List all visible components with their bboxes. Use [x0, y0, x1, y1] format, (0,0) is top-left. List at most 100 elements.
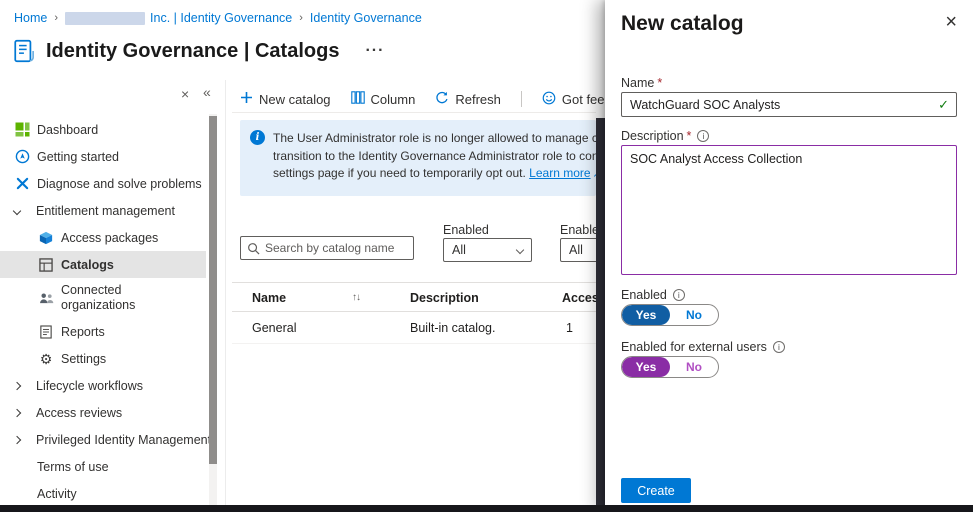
enabled-filter-value-2: All	[569, 243, 583, 257]
breadcrumb-current-link[interactable]: Identity Governance	[310, 11, 422, 25]
external-users-toggle: Yes No	[621, 356, 719, 378]
enabled-filter-value: All	[452, 243, 466, 257]
sidebar-item-lifecycle-workflows[interactable]: Lifecycle workflows	[0, 372, 206, 399]
breadcrumb-tenant-link[interactable]: Inc. | Identity Governance	[150, 11, 292, 25]
search-input[interactable]	[265, 241, 407, 255]
sidebar-item-label: Catalogs	[61, 258, 114, 272]
menu-collapse-icon[interactable]: «	[203, 84, 211, 100]
sidebar-item-diagnose[interactable]: Diagnose and solve problems	[0, 170, 206, 197]
create-button[interactable]: Create	[621, 478, 691, 503]
sidebar-item-label: Privileged Identity Management	[36, 433, 211, 447]
description-field-label: Description*	[621, 129, 709, 143]
chevron-down-icon	[14, 208, 28, 214]
description-info-icon[interactable]	[697, 130, 709, 142]
sidebar-item-activity[interactable]: Activity	[0, 480, 206, 507]
sidebar-divider	[225, 80, 226, 505]
window-bottom-edge	[0, 505, 973, 512]
column-header-description[interactable]: Description	[410, 291, 479, 305]
new-catalog-button[interactable]: New catalog	[240, 91, 331, 107]
sidebar-item-privileged-identity-management[interactable]: Privileged Identity Management	[0, 426, 206, 453]
learn-more-link[interactable]: Learn more	[529, 166, 590, 180]
new-catalog-panel: New catalog × Name* ✓ Description* SOC A…	[605, 0, 973, 512]
close-icon[interactable]: ×	[945, 10, 957, 34]
catalog-search-box[interactable]	[240, 236, 414, 260]
sidebar-item-label: Entitlement management	[36, 204, 175, 218]
sidebar-item-label: Settings	[61, 352, 106, 366]
name-field-wrapper: ✓	[621, 92, 957, 117]
sidebar-item-entitlement-management[interactable]: Entitlement management	[0, 197, 206, 224]
external-users-field-label: Enabled for external users	[621, 340, 785, 354]
plus-icon	[240, 91, 253, 107]
sidebar-item-label: Lifecycle workflows	[36, 379, 143, 393]
enabled-filter-label: Enabled	[443, 223, 489, 237]
search-icon	[247, 242, 260, 255]
content-scrollbar[interactable]	[596, 118, 605, 512]
diagnose-tools-icon	[14, 177, 30, 190]
getting-started-icon	[14, 149, 30, 164]
refresh-button[interactable]: Refresh	[435, 91, 501, 108]
description-field[interactable]: SOC Analyst Access Collection	[621, 145, 957, 275]
sidebar-item-access-packages[interactable]: Access packages	[0, 224, 206, 251]
new-catalog-label: New catalog	[259, 92, 331, 107]
chevron-right-icon	[14, 437, 28, 443]
command-bar: New catalog Column Refresh Got feedback?	[240, 86, 646, 112]
columns-icon	[351, 91, 365, 107]
column-header-name[interactable]: Name	[252, 291, 286, 305]
enabled-info-icon[interactable]	[673, 289, 685, 301]
external-no-option[interactable]: No	[670, 357, 718, 377]
menu-close-icon[interactable]: ×	[181, 86, 189, 102]
breadcrumb-separator-icon: ›	[54, 12, 58, 24]
chevron-right-icon	[14, 383, 28, 389]
required-mark: *	[687, 129, 692, 143]
cell-description: Built-in catalog.	[410, 321, 495, 335]
connected-organizations-icon	[38, 292, 54, 305]
column-label: Column	[371, 92, 416, 107]
sidebar-item-dashboard[interactable]: Dashboard	[0, 116, 206, 143]
sidebar-scrollbar[interactable]	[209, 114, 217, 505]
sidebar-item-settings[interactable]: ⚙ Settings	[0, 345, 206, 372]
breadcrumb-separator-icon: ›	[299, 12, 303, 24]
page-title: Identity Governance | Catalogs	[46, 40, 339, 63]
sidebar-item-label: Diagnose and solve problems	[37, 177, 202, 191]
breadcrumb-home-link[interactable]: Home	[14, 11, 47, 25]
cell-name[interactable]: General	[252, 321, 296, 335]
reports-icon	[38, 325, 54, 339]
sidebar-item-connected-organizations[interactable]: Connected organizations	[0, 278, 206, 318]
refresh-icon	[435, 91, 449, 108]
dashboard-icon	[14, 122, 30, 137]
banner-line-1: The User Administrator role is no longer…	[273, 130, 596, 148]
breadcrumb: Home › Inc. | Identity Governance › Iden…	[14, 0, 422, 36]
external-users-info-icon[interactable]	[773, 341, 785, 353]
page-header: Identity Governance | Catalogs ···	[12, 38, 384, 64]
required-mark: *	[657, 76, 662, 90]
identity-governance-icon	[12, 38, 38, 64]
info-icon	[250, 130, 265, 145]
redacted-tenant-name	[65, 12, 145, 25]
name-field[interactable]	[622, 98, 938, 112]
enabled-toggle: Yes No	[621, 304, 719, 326]
sidebar-item-label: Activity	[37, 487, 77, 501]
valid-check-icon: ✓	[938, 97, 949, 113]
sidebar-item-getting-started[interactable]: Getting started	[0, 143, 206, 170]
external-yes-option[interactable]: Yes	[622, 357, 670, 377]
sidebar-item-catalogs[interactable]: Catalogs	[0, 251, 206, 278]
sidebar-item-label: Connected organizations	[61, 283, 165, 313]
enabled-yes-option[interactable]: Yes	[622, 305, 670, 325]
banner-line-2: transition to the Identity Governance Ad…	[273, 148, 596, 166]
sidebar-item-access-reviews[interactable]: Access reviews	[0, 399, 206, 426]
toolbar-divider	[521, 91, 522, 107]
sidebar-scrollbar-thumb[interactable]	[209, 116, 217, 464]
enabled-filter-dropdown[interactable]: All	[443, 238, 532, 262]
enabled-no-option[interactable]: No	[670, 305, 718, 325]
more-commands-button[interactable]: ···	[365, 42, 384, 60]
sidebar-item-label: Dashboard	[37, 123, 98, 137]
sidebar-item-label: Terms of use	[37, 460, 109, 474]
sidebar-item-terms-of-use[interactable]: Terms of use	[0, 453, 206, 480]
sidebar-item-label: Access reviews	[36, 406, 122, 420]
sort-icon[interactable]: ↑↓	[352, 292, 360, 303]
table-row[interactable]: General Built-in catalog. 1	[232, 312, 596, 344]
cell-access: 1	[566, 321, 573, 335]
sidebar-item-reports[interactable]: Reports	[0, 318, 206, 345]
column-button[interactable]: Column	[351, 91, 416, 107]
catalogs-icon	[38, 258, 54, 272]
